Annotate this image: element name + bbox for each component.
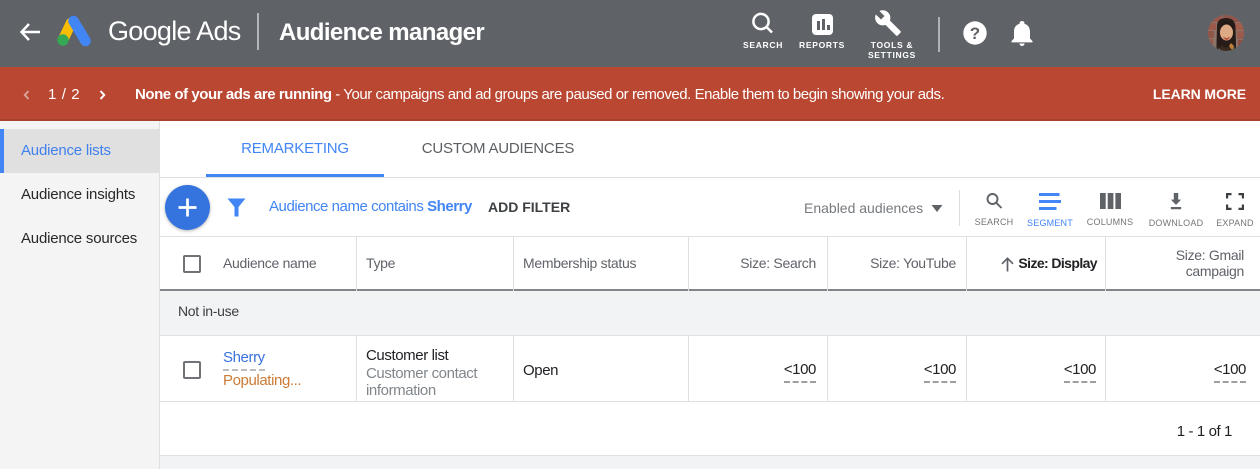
svg-text:?: ? (970, 24, 980, 43)
